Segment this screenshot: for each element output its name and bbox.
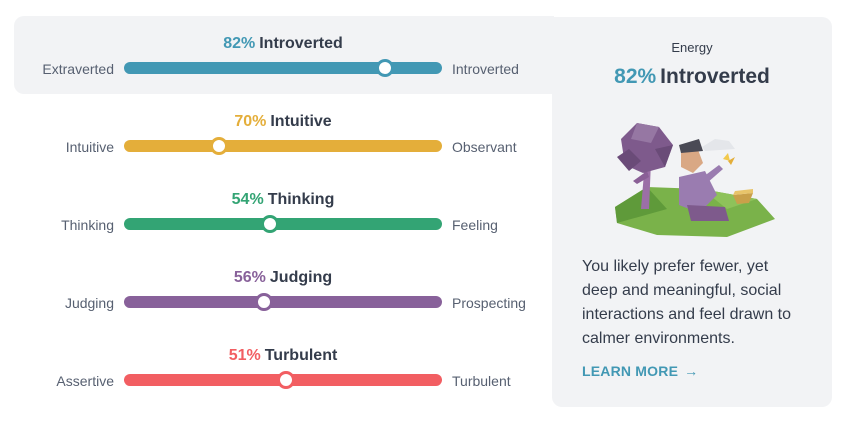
trait-detail-panel: Energy 82% Introverted You likely prefer … <box>552 17 832 407</box>
trait-row[interactable]: 51% Turbulent Assertive Turbulent <box>14 328 554 406</box>
trait-percent: 54% <box>231 191 264 208</box>
trait-bar[interactable] <box>124 59 442 77</box>
trait-knob[interactable] <box>277 371 296 389</box>
panel-headline: 82% Introverted <box>552 65 832 89</box>
panel-description: You likely prefer fewer, yet deep and me… <box>582 258 792 347</box>
panel-percent: 82% <box>614 65 657 88</box>
arrow-right-icon: → <box>684 363 699 379</box>
trait-left-label: Extraverted <box>42 61 114 77</box>
trait-name: Thinking <box>267 191 335 208</box>
trait-knob[interactable] <box>254 293 273 311</box>
trait-title: 82% Introverted <box>124 35 442 53</box>
panel-trait: Introverted <box>660 65 770 88</box>
trait-left-label: Thinking <box>61 217 114 233</box>
trait-row[interactable]: 54% Thinking Thinking Feeling <box>14 172 554 250</box>
trait-left-label: Intuitive <box>65 139 114 155</box>
trait-bar[interactable] <box>124 215 442 233</box>
trait-name: Judging <box>269 269 333 286</box>
trait-row[interactable]: 82% Introverted Extraverted Introverted <box>14 16 554 94</box>
trait-right-label: Turbulent <box>452 373 511 389</box>
trait-knob[interactable] <box>210 137 229 155</box>
learn-more-link[interactable]: LEARN MORE → <box>582 363 698 379</box>
trait-right-label: Feeling <box>452 217 498 233</box>
trait-knob[interactable] <box>375 59 394 77</box>
trait-name: Introverted <box>259 35 343 52</box>
trait-row[interactable]: 56% Judging Judging Prospecting <box>14 250 554 328</box>
learn-more-label: LEARN MORE <box>582 363 679 379</box>
trait-left-label: Assertive <box>56 373 114 389</box>
trait-title: 56% Judging <box>124 269 442 287</box>
trait-left-label: Judging <box>64 295 114 311</box>
introvert-under-tree-illustration <box>615 123 775 237</box>
trait-bar[interactable] <box>124 371 442 389</box>
trait-percent: 82% <box>223 35 256 52</box>
trait-row[interactable]: 70% Intuitive Intuitive Observant <box>14 94 554 172</box>
trait-right-label: Prospecting <box>452 295 526 311</box>
trait-title: 54% Thinking <box>124 191 442 209</box>
trait-title: 70% Intuitive <box>124 113 442 131</box>
trait-right-label: Introverted <box>452 61 519 77</box>
trait-right-label: Observant <box>452 139 517 155</box>
panel-category: Energy <box>671 40 713 55</box>
trait-title: 51% Turbulent <box>124 347 442 365</box>
trait-bar[interactable] <box>124 137 442 155</box>
trait-percent: 70% <box>234 113 267 130</box>
trait-name: Intuitive <box>270 113 332 130</box>
trait-knob[interactable] <box>261 215 280 233</box>
trait-percent: 56% <box>233 269 266 286</box>
trait-bar[interactable] <box>124 293 442 311</box>
trait-percent: 51% <box>228 347 261 364</box>
trait-name: Turbulent <box>264 347 338 364</box>
